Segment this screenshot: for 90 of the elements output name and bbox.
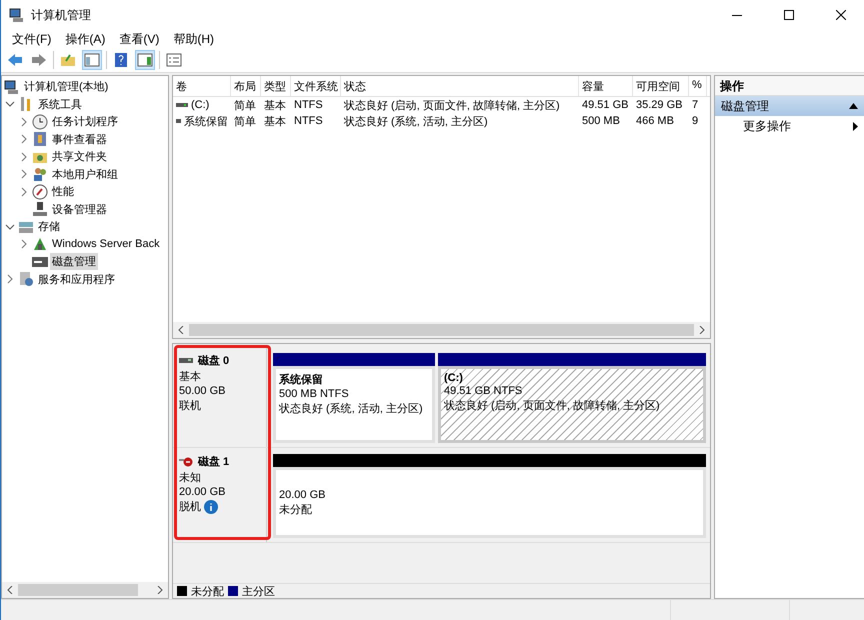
column-header[interactable]: 类型 <box>261 76 291 96</box>
disk-size: 50.00 GB <box>179 385 226 397</box>
tree-item[interactable]: Windows Server Back <box>50 237 162 252</box>
action-item[interactable]: 更多操作 <box>715 116 864 136</box>
table-cell-text: 状态良好 (系统, 活动, 主分区) <box>344 114 488 128</box>
table-cell: 9 <box>692 115 698 127</box>
partition-size: 500 MB NTFS <box>279 388 350 400</box>
column-header[interactable]: 卷 <box>173 76 231 96</box>
table-cell: (C:) <box>191 99 210 111</box>
partition-size: 49.51 GB NTFS <box>444 385 524 397</box>
table-cell: 7 <box>692 99 698 111</box>
column-header[interactable]: 布局 <box>231 76 261 96</box>
menu-item[interactable]: 操作(A) <box>58 30 112 48</box>
partition-block[interactable]: 20.00 GB 未分配 <box>273 467 706 538</box>
partition-status: 状态良好 (启动, 页面文件, 故障转储, 主分区) <box>444 398 661 413</box>
actions-title: 操作 <box>715 76 864 96</box>
tree-item[interactable]: 系统工具 <box>36 96 84 113</box>
submenu-arrow-icon <box>853 122 858 130</box>
table-cell: NTFS <box>294 99 323 111</box>
scroll-right-icon[interactable] <box>699 326 705 334</box>
legend-label: 主分区 <box>242 584 275 598</box>
tree-item[interactable]: 事件查看器 <box>50 130 109 148</box>
column-header[interactable]: % <box>689 76 707 96</box>
clock-icon <box>32 114 48 130</box>
tree-item[interactable]: 存储 <box>36 218 62 236</box>
info-icon[interactable] <box>204 500 218 514</box>
console-tree-button[interactable] <box>82 50 102 70</box>
column-header[interactable]: 可用空间 <box>633 76 689 96</box>
disk-name: 磁盘 0 <box>198 354 230 368</box>
perf-icon <box>32 184 48 200</box>
partition-status: 状态良好 (系统, 活动, 主分区) <box>279 402 424 416</box>
menu-item[interactable]: 查看(V) <box>112 30 166 48</box>
menu-item[interactable]: 文件(F) <box>5 30 58 48</box>
tree-item[interactable]: 任务计划程序 <box>50 113 120 130</box>
partition-block[interactable]: (C:) 49.51 GB NTFS 状态良好 (启动, 页面文件, 故障转储, 主分区) <box>438 366 706 443</box>
disk-type: 基本 <box>179 370 202 384</box>
table-cell: NTFS <box>294 115 323 127</box>
legend-label: 未分配 <box>191 584 224 598</box>
tree-item[interactable]: 磁盘管理 <box>50 253 98 270</box>
maximize-icon <box>784 10 794 20</box>
partition-size: 20.00 GB <box>279 488 326 500</box>
tree-item[interactable]: 服务和应用程序 <box>36 270 117 288</box>
table-cell-text: 基本 <box>264 98 286 112</box>
column-header[interactable]: 容量 <box>579 76 633 96</box>
disk-name: 磁盘 1 <box>198 455 230 469</box>
table-cell-text: 基本 <box>264 114 286 128</box>
menu-item[interactable]: 帮助(H) <box>166 30 221 48</box>
tree-item[interactable]: 计算机管理(本地) <box>22 78 110 96</box>
partition-name: 系统保留 <box>279 372 324 387</box>
users-icon <box>32 166 48 182</box>
actions-section[interactable]: 磁盘管理 <box>715 96 864 116</box>
tree-item[interactable]: 性能 <box>50 183 76 200</box>
horizontal-scrollbar[interactable] <box>173 322 710 338</box>
partition-status: 未分配 <box>279 502 313 516</box>
table-cell-text: 简单 <box>234 114 256 128</box>
scroll-right-icon[interactable] <box>157 586 163 594</box>
computer-icon <box>9 7 25 23</box>
partition-block[interactable]: 系统保留 500 MB NTFS 状态良好 (系统, 活动, 主分区) <box>273 366 435 443</box>
table-cell-text: 系统保留 <box>184 114 228 128</box>
window-title: 计算机管理 <box>31 6 92 24</box>
disk-size: 20.00 GB <box>179 486 226 498</box>
drive-icon <box>176 118 181 124</box>
table-cell-text: 状态良好 (启动, 页面文件, 故障转储, 主分区) <box>344 98 560 112</box>
table-cell: 49.51 GB <box>582 99 628 111</box>
column-header[interactable]: 文件系统 <box>291 76 341 96</box>
horizontal-scrollbar[interactable] <box>2 582 168 598</box>
tree-item[interactable]: 共享文件夹 <box>50 148 109 166</box>
minimize-icon <box>732 14 742 16</box>
collapse-triangle-icon[interactable] <box>849 103 858 109</box>
disk-status: 脱机 <box>179 500 201 514</box>
disk-type: 未知 <box>179 471 202 485</box>
computer-icon <box>4 78 20 95</box>
tree-item[interactable]: 设备管理器 <box>50 200 109 218</box>
device-icon <box>32 201 48 218</box>
partition-name: (C:) <box>444 372 464 384</box>
scroll-left-icon[interactable] <box>178 326 184 334</box>
close-icon <box>836 10 846 20</box>
table-cell: 466 MB <box>636 115 674 127</box>
table-cell: 500 MB <box>582 115 620 127</box>
tree-item[interactable]: 本地用户和组 <box>50 166 120 183</box>
action-pane-button[interactable] <box>135 50 155 70</box>
drive-icon <box>176 102 188 108</box>
disk-status: 联机 <box>179 399 201 413</box>
table-cell: 35.29 GB <box>636 99 682 111</box>
backup-icon <box>32 236 48 252</box>
column-header[interactable]: 状态 <box>341 76 579 96</box>
event-icon <box>32 131 48 148</box>
services-icon <box>18 271 34 288</box>
scroll-left-icon[interactable] <box>7 586 13 594</box>
table-cell-text: 简单 <box>234 98 256 112</box>
